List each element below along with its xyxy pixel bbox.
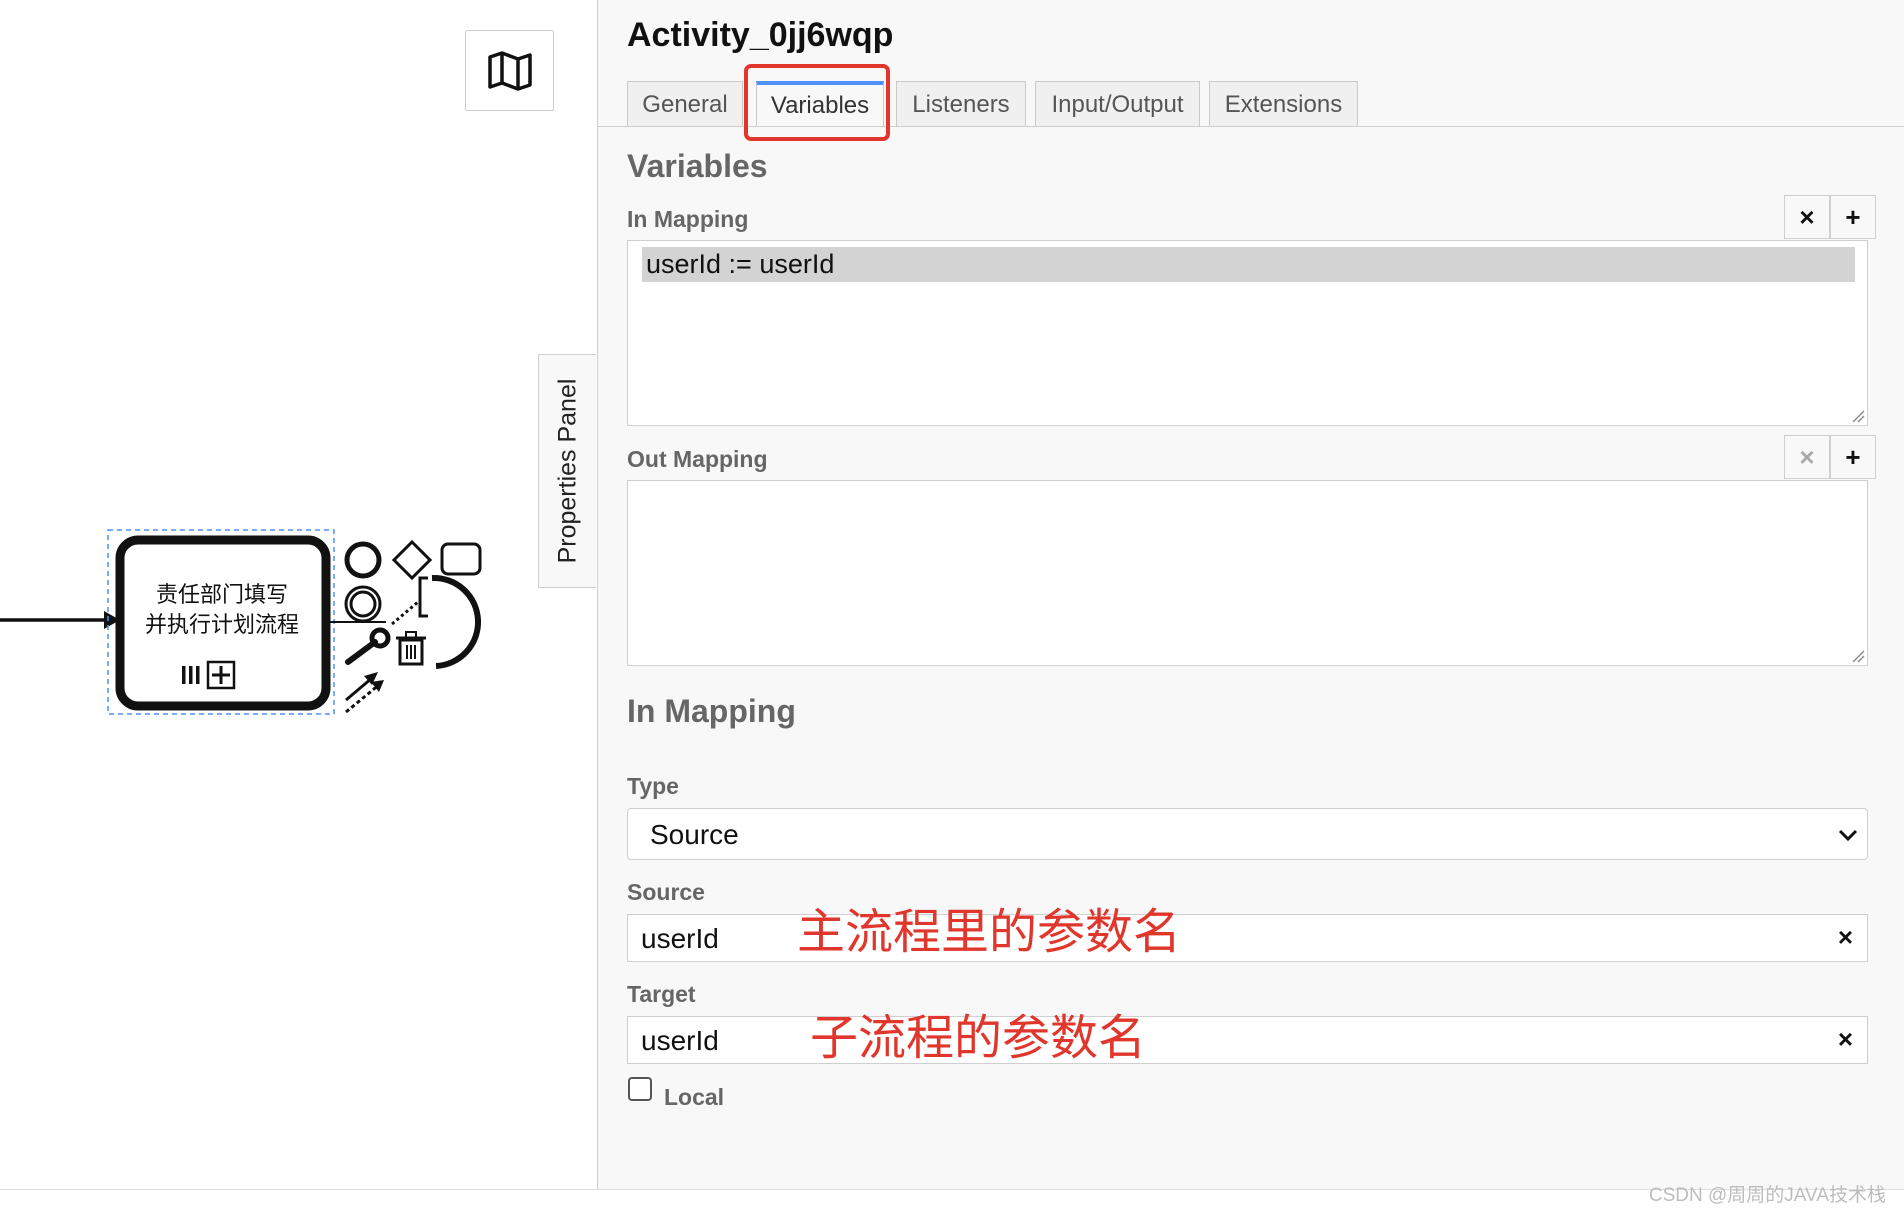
task-label-line-1: 责任部门填写 [155, 582, 288, 607]
target-input-value: userId [641, 1025, 719, 1056]
watermark: CSDN @周周的JAVA技术栈 [1648, 1185, 1886, 1206]
bottom-divider [0, 1189, 1904, 1190]
in-mapping-remove-button[interactable]: × [1784, 195, 1830, 239]
trash-icon[interactable] [396, 631, 426, 666]
out-mapping-list[interactable] [627, 480, 1868, 666]
task-label: 责任部门填写 并执行计划流程 [124, 580, 320, 640]
mapping-detail-title: In Mapping [627, 693, 796, 729]
minimap-toggle-button[interactable] [465, 30, 554, 111]
type-select-value: Source [650, 819, 739, 850]
tab-listeners[interactable]: Listeners [896, 81, 1026, 127]
properties-panel-toggle-label: Properties Panel [553, 378, 581, 564]
source-input-value: userId [641, 923, 719, 954]
wrench-icon[interactable] [345, 639, 378, 665]
in-mapping-list[interactable]: userId := userId [627, 240, 1868, 426]
map-icon [487, 50, 532, 91]
tab-extensions[interactable]: Extensions [1209, 81, 1358, 127]
type-select[interactable]: Source [627, 808, 1868, 860]
out-mapping-label: Out Mapping [627, 446, 768, 472]
source-clear-button[interactable]: × [1838, 922, 1853, 953]
gateway-icon[interactable] [391, 539, 433, 581]
connect-arrow-icon[interactable] [345, 672, 384, 714]
out-mapping-remove-button[interactable]: × [1784, 435, 1830, 479]
properties-panel-toggle[interactable]: Properties Panel [538, 354, 596, 588]
bpmn-canvas[interactable]: 责任部门填写 并执行计划流程 Properties Panel [0, 0, 597, 1210]
element-id-title: Activity_0jj6wqp [627, 16, 894, 54]
chevron-down-icon [1838, 829, 1858, 842]
tab-general[interactable]: General [627, 81, 743, 127]
target-annotation: 子流程的参数名 [810, 1012, 1147, 1065]
in-mapping-add-button[interactable]: + [1830, 195, 1876, 239]
task-icon[interactable] [440, 542, 482, 576]
resize-grip-icon[interactable] [1851, 649, 1865, 663]
target-clear-button[interactable]: × [1838, 1024, 1853, 1055]
multi-instance-marker [182, 666, 186, 684]
tab-input-output[interactable]: Input/Output [1035, 81, 1200, 127]
in-mapping-item[interactable]: userId := userId [642, 247, 1855, 282]
start-event-icon[interactable] [344, 541, 382, 579]
in-mapping-label: In Mapping [627, 206, 749, 232]
type-label: Type [627, 773, 679, 799]
source-annotation: 主流程里的参数名 [797, 906, 1182, 959]
target-label: Target [627, 981, 696, 1007]
annotation-icon[interactable] [418, 576, 428, 618]
section-title: Variables [627, 148, 768, 184]
resize-grip-icon[interactable] [1851, 409, 1865, 423]
task-label-line-2: 并执行计划流程 [144, 612, 299, 637]
out-mapping-add-button[interactable]: + [1830, 435, 1876, 479]
local-checkbox[interactable] [628, 1077, 652, 1101]
variables-tab-highlight [744, 64, 890, 141]
source-label: Source [627, 879, 705, 905]
local-label: Local [664, 1084, 725, 1110]
